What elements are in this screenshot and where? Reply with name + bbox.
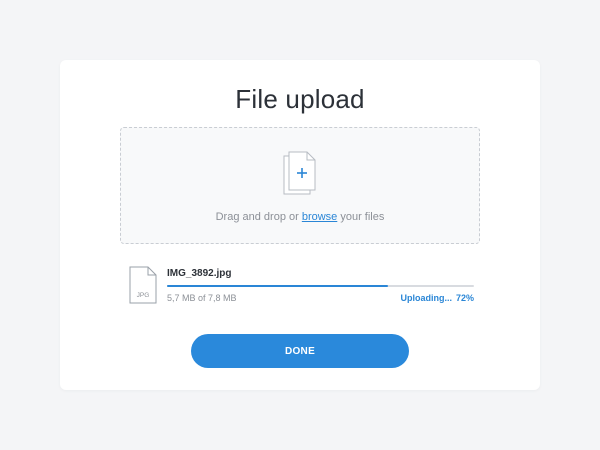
- file-size: 5,7 MB of 7,8 MB: [167, 293, 237, 303]
- upload-progress-fill: [167, 285, 389, 287]
- drop-zone[interactable]: Drag and drop or browse your files: [120, 127, 480, 244]
- drop-instructions: Drag and drop or browse your files: [121, 211, 479, 223]
- files-add-icon: [283, 151, 316, 195]
- browse-link[interactable]: browse: [302, 211, 337, 223]
- upload-dialog: File upload Drag and drop or browse your…: [60, 60, 540, 390]
- jpg-file-icon: JPG: [129, 266, 157, 304]
- file-name: IMG_3892.jpg: [167, 268, 232, 279]
- upload-progress-bar: [167, 285, 474, 287]
- upload-status-text: Uploading...: [400, 293, 452, 303]
- upload-status: Uploading... 72%: [400, 293, 474, 303]
- drop-text-after: your files: [337, 211, 385, 223]
- drop-text-before: Drag and drop or: [215, 211, 302, 223]
- upload-item: JPG IMG_3892.jpg 5,7 MB of 7,8 MB Upload…: [129, 266, 475, 306]
- upload-percent: 72%: [455, 293, 474, 303]
- dialog-title: File upload: [235, 84, 365, 114]
- file-type-label: JPG: [137, 292, 150, 299]
- done-button[interactable]: DONE: [191, 334, 409, 368]
